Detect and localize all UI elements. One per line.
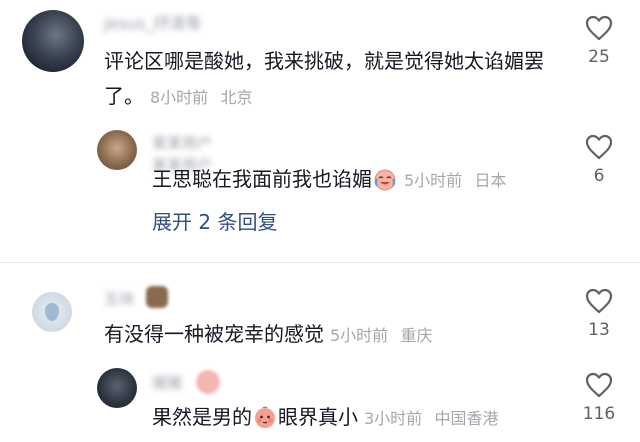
like-button[interactable]: 116	[579, 372, 619, 424]
like-count: 116	[582, 404, 616, 424]
comment-time: 5小时前	[404, 171, 463, 190]
username[interactable]: 某某用户	[152, 132, 212, 153]
comment-text: 王思聪在我面前我也谄媚 5小时前 日本	[152, 162, 507, 198]
comment-location: 重庆	[400, 326, 433, 345]
comment-location: 日本	[474, 171, 507, 190]
username-emoji	[146, 286, 168, 308]
comment-time: 5小时前	[330, 326, 389, 345]
comment-text: 有没得一种被宠幸的感觉 5小时前 重庆	[104, 317, 433, 353]
like-count: 6	[593, 166, 605, 186]
like-button[interactable]: 25	[579, 15, 619, 67]
comment-location: 中国香港	[434, 409, 499, 428]
location-pin-icon	[45, 303, 59, 321]
comment-text: 评论区哪是酸她，我来挑破，就是觉得她太谄媚罢了。 8小时前 北京	[104, 44, 574, 115]
avatar[interactable]	[32, 292, 72, 332]
heart-icon	[585, 372, 613, 398]
heart-icon	[585, 134, 613, 160]
comment-text: 果然是男的 眼界真小 3小时前 中国香港	[152, 400, 499, 436]
like-button[interactable]: 13	[579, 288, 619, 340]
comment-time: 8小时前	[150, 88, 209, 107]
avatar[interactable]	[97, 130, 137, 170]
blushing-face-emoji-icon	[255, 406, 275, 428]
username[interactable]: Jesus_抒清等	[104, 10, 201, 34]
username[interactable]: 猪猪	[152, 372, 182, 393]
username-emoji	[196, 370, 220, 394]
crying-laughing-emoji-icon	[374, 169, 396, 191]
comment-location: 北京	[220, 88, 253, 107]
heart-icon	[585, 288, 613, 314]
divider	[0, 262, 640, 263]
like-count: 13	[588, 320, 610, 340]
heart-icon	[585, 15, 613, 41]
avatar[interactable]	[22, 10, 84, 72]
comment-time: 3小时前	[364, 409, 423, 428]
comment-body: 有没得一种被宠幸的感觉	[104, 322, 324, 346]
comment-body-start: 果然是男的	[152, 405, 252, 429]
like-button[interactable]: 6	[579, 134, 619, 186]
avatar[interactable]	[97, 368, 137, 408]
like-count: 25	[588, 47, 610, 67]
comment-body-end: 眼界真小	[278, 405, 358, 429]
comment-body: 王思聪在我面前我也谄媚	[152, 167, 372, 191]
username[interactable]: 五块	[104, 288, 134, 309]
expand-replies-button[interactable]: 展开 2 条回复	[152, 206, 277, 235]
